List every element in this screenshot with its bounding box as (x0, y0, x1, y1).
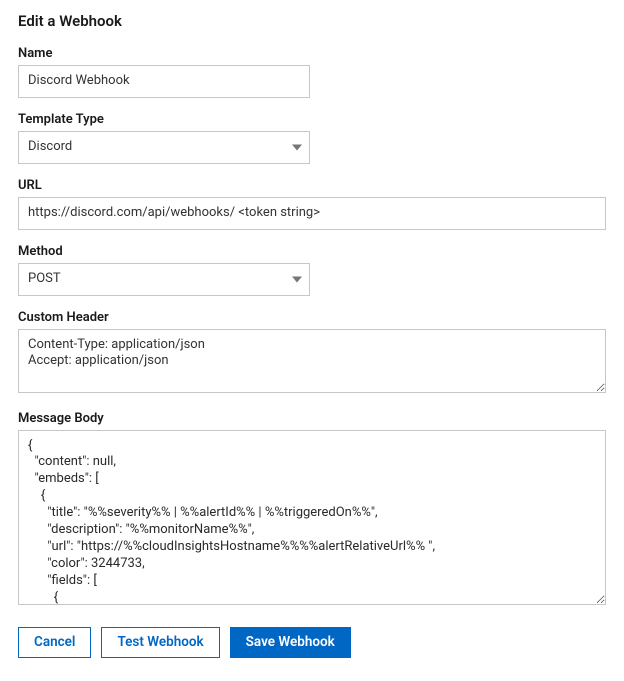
method-select[interactable]: POST (18, 263, 310, 296)
page-title: Edit a Webhook (18, 12, 606, 30)
message-body-textarea[interactable] (18, 430, 606, 605)
button-row: Cancel Test Webhook Save Webhook (18, 627, 606, 659)
save-webhook-button[interactable]: Save Webhook (230, 627, 351, 659)
custom-header-field: Custom Header (18, 310, 606, 397)
name-field: Name (18, 46, 606, 98)
url-input[interactable] (18, 197, 606, 230)
custom-header-label: Custom Header (18, 310, 606, 325)
name-label: Name (18, 46, 606, 61)
template-type-field: Template Type Discord (18, 112, 606, 164)
message-body-field: Message Body (18, 411, 606, 609)
cancel-button[interactable]: Cancel (18, 627, 91, 659)
test-webhook-button[interactable]: Test Webhook (101, 627, 219, 659)
template-type-select[interactable]: Discord (18, 131, 310, 164)
method-field: Method POST (18, 244, 606, 296)
url-label: URL (18, 178, 606, 193)
custom-header-textarea[interactable] (18, 329, 606, 393)
template-type-label: Template Type (18, 112, 606, 127)
name-input[interactable] (18, 65, 310, 98)
url-field: URL (18, 178, 606, 230)
message-body-label: Message Body (18, 411, 606, 426)
method-label: Method (18, 244, 606, 259)
